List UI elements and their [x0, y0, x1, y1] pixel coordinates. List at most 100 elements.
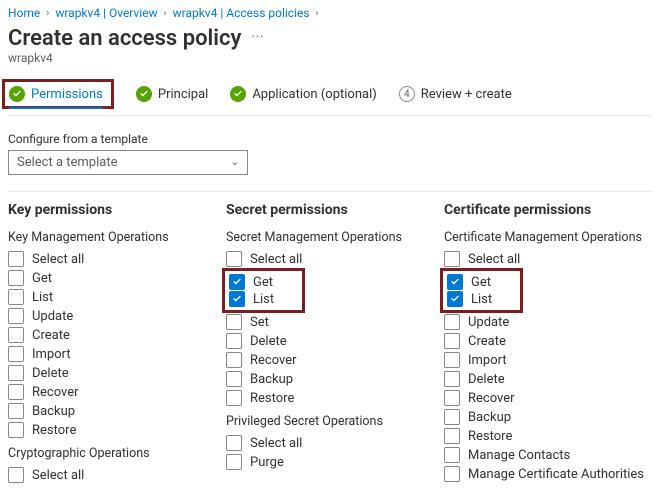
- checkbox-label: List: [253, 292, 274, 307]
- template-select[interactable]: Select a template ⌄: [8, 150, 248, 175]
- checkmark-icon: [9, 86, 25, 102]
- key-recover-checkbox[interactable]: [8, 384, 24, 400]
- checkbox-label: Delete: [468, 372, 505, 387]
- checkbox-label: Get: [253, 275, 273, 290]
- step-label: Principal: [158, 87, 208, 102]
- step-label: Permissions: [31, 87, 103, 102]
- secret-management-heading: Secret Management Operations: [226, 230, 434, 245]
- secret-select-all-checkbox[interactable]: [226, 251, 242, 267]
- checkbox-label: Get: [471, 275, 491, 290]
- more-actions-button[interactable]: ···: [251, 30, 264, 45]
- crypto-select-all-checkbox[interactable]: [8, 467, 24, 483]
- secret-permissions-heading: Secret permissions: [226, 202, 434, 218]
- secret-backup-checkbox[interactable]: [226, 371, 242, 387]
- key-get-checkbox[interactable]: [8, 270, 24, 286]
- cert-create-checkbox[interactable]: [444, 333, 460, 349]
- cert-list-checkbox[interactable]: [447, 291, 463, 307]
- checkbox-label: Select all: [250, 436, 302, 451]
- key-permissions-heading: Key permissions: [8, 202, 216, 218]
- checkbox-label: Recover: [250, 353, 297, 368]
- cert-recover-checkbox[interactable]: [444, 390, 460, 406]
- checkbox-label: Select all: [250, 252, 302, 267]
- key-list-checkbox[interactable]: [8, 289, 24, 305]
- secret-list-checkbox[interactable]: [229, 291, 245, 307]
- page-subtitle: wrapkv4: [8, 51, 652, 65]
- cert-manage-ca-checkbox[interactable]: [444, 466, 460, 482]
- step-review-create[interactable]: 4 Review + create: [399, 86, 512, 102]
- breadcrumb: Home › wrapkv4 | Overview › wrapkv4 | Ac…: [8, 0, 652, 24]
- checkbox-label: Create: [32, 328, 70, 343]
- key-restore-checkbox[interactable]: [8, 422, 24, 438]
- cert-select-all-checkbox[interactable]: [444, 251, 460, 267]
- checkbox-label: Get: [32, 271, 52, 286]
- priv-secret-select-all-checkbox[interactable]: [226, 435, 242, 451]
- secret-set-checkbox[interactable]: [226, 314, 242, 330]
- checkbox-label: Update: [32, 309, 73, 324]
- chevron-down-icon: ⌄: [231, 157, 239, 168]
- chevron-right-icon: ›: [164, 8, 167, 19]
- cert-delete-checkbox[interactable]: [444, 371, 460, 387]
- key-import-checkbox[interactable]: [8, 346, 24, 362]
- cert-restore-checkbox[interactable]: [444, 428, 460, 444]
- checkbox-label: Set: [250, 315, 269, 330]
- cryptographic-ops-heading: Cryptographic Operations: [8, 446, 216, 461]
- certificate-permissions-column: Certificate permissions Certificate Mana…: [444, 202, 652, 483]
- checkbox-label: Restore: [32, 423, 76, 438]
- checkmark-icon: [230, 86, 246, 102]
- template-select-value: Select a template: [17, 155, 117, 170]
- cert-import-checkbox[interactable]: [444, 352, 460, 368]
- step-label: Application (optional): [252, 87, 376, 102]
- key-select-all-checkbox[interactable]: [8, 251, 24, 267]
- secret-recover-checkbox[interactable]: [226, 352, 242, 368]
- certificate-permissions-heading: Certificate permissions: [444, 202, 652, 218]
- key-permissions-column: Key permissions Key Management Operation…: [8, 202, 216, 483]
- breadcrumb-home[interactable]: Home: [8, 6, 40, 20]
- step-permissions[interactable]: Permissions: [9, 86, 103, 102]
- cert-update-checkbox[interactable]: [444, 314, 460, 330]
- key-update-checkbox[interactable]: [8, 308, 24, 324]
- checkbox-label: Manage Contacts: [468, 448, 570, 463]
- chevron-right-icon: ›: [316, 8, 319, 19]
- step-principal[interactable]: Principal: [136, 86, 208, 102]
- priv-secret-purge-checkbox[interactable]: [226, 454, 242, 470]
- secret-get-checkbox[interactable]: [229, 274, 245, 290]
- cert-backup-checkbox[interactable]: [444, 409, 460, 425]
- checkbox-label: Backup: [250, 372, 293, 387]
- checkbox-label: Backup: [32, 404, 75, 419]
- step-label: Review + create: [421, 87, 512, 102]
- checkbox-label: Backup: [468, 410, 511, 425]
- page-title: Create an access policy: [8, 26, 241, 51]
- key-backup-checkbox[interactable]: [8, 403, 24, 419]
- checkbox-label: Import: [468, 353, 507, 368]
- checkbox-label: Select all: [468, 252, 520, 267]
- privileged-secret-ops-heading: Privileged Secret Operations: [226, 414, 434, 429]
- checkbox-label: Recover: [468, 391, 515, 406]
- checkbox-label: Restore: [468, 429, 512, 444]
- breadcrumb-access-policies[interactable]: wrapkv4 | Access policies: [173, 6, 310, 20]
- checkbox-label: Restore: [250, 391, 294, 406]
- certificate-management-heading: Certificate Management Operations: [444, 230, 652, 245]
- checkbox-label: Manage Certificate Authorities: [468, 467, 644, 482]
- checkbox-label: Update: [468, 315, 509, 330]
- secret-delete-checkbox[interactable]: [226, 333, 242, 349]
- checkbox-label: List: [471, 292, 492, 307]
- checkbox-label: Import: [32, 347, 71, 362]
- checkbox-label: Purge: [250, 455, 284, 470]
- cert-manage-contacts-checkbox[interactable]: [444, 447, 460, 463]
- step-number-badge: 4: [399, 86, 415, 102]
- section-divider: [8, 191, 652, 192]
- breadcrumb-overview[interactable]: wrapkv4 | Overview: [55, 6, 157, 20]
- checkbox-label: Delete: [250, 334, 287, 349]
- wizard-steps: Permissions Principal Application (optio…: [8, 79, 652, 116]
- cert-get-checkbox[interactable]: [447, 274, 463, 290]
- key-delete-checkbox[interactable]: [8, 365, 24, 381]
- checkbox-label: Select all: [32, 252, 84, 267]
- key-management-heading: Key Management Operations: [8, 230, 216, 245]
- step-application[interactable]: Application (optional): [230, 86, 376, 102]
- template-label: Configure from a template: [8, 132, 652, 146]
- checkbox-label: Delete: [32, 366, 69, 381]
- checkbox-label: Recover: [32, 385, 79, 400]
- secret-restore-checkbox[interactable]: [226, 390, 242, 406]
- key-create-checkbox[interactable]: [8, 327, 24, 343]
- checkbox-label: List: [32, 290, 53, 305]
